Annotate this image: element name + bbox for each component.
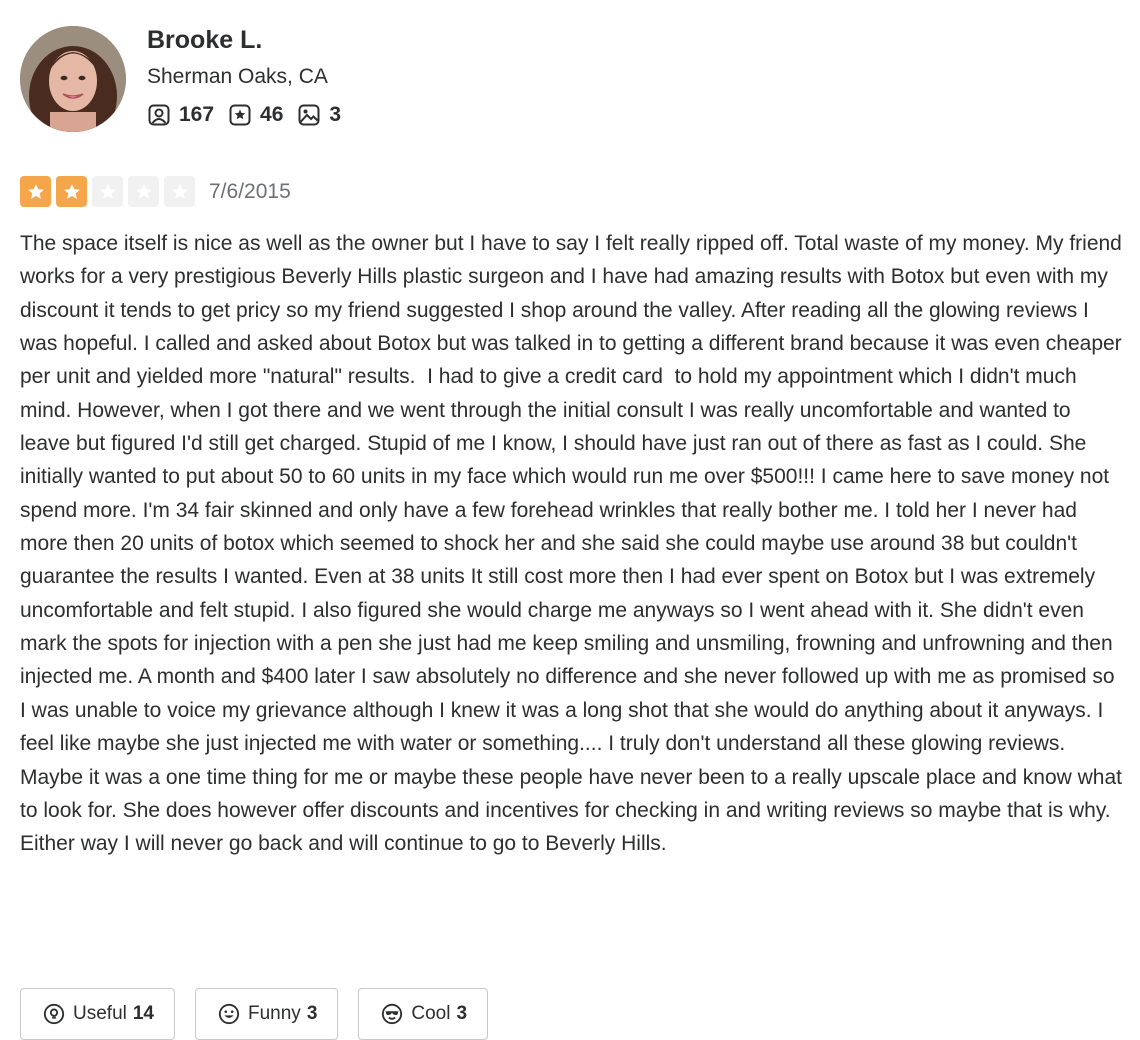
funny-label: Funny [248,1003,301,1024]
friends-stat: 167 [147,103,214,127]
user-location: Sherman Oaks, CA [147,65,328,88]
cool-button[interactable]: Cool 3 [358,988,489,1040]
photos-stat: 3 [297,103,341,127]
review-date: 7/6/2015 [209,179,291,203]
star-icon [164,176,195,207]
star-icon [92,176,123,207]
photos-count: 3 [329,103,342,126]
user-avatar[interactable] [20,26,126,132]
reviews-star-icon [229,104,251,126]
friends-count: 167 [179,103,215,126]
smile-icon [218,1003,240,1025]
rating-row: 7/6/2015 [20,176,291,207]
lightbulb-icon [43,1003,65,1025]
star-icon [56,176,87,207]
friends-icon [148,104,170,126]
funny-count: 3 [306,1003,318,1024]
avatar-photo [20,26,126,132]
useful-count: 14 [132,1003,154,1024]
funny-button[interactable]: Funny 3 [195,988,339,1040]
star-rating [20,176,200,207]
review-actions: Useful 14 Funny 3 Cool 3 [20,988,508,1040]
star-icon [128,176,159,207]
star-icon [20,176,51,207]
user-name[interactable]: Brooke L. [147,26,262,55]
user-stats: 167 46 3 [147,103,355,127]
reviews-count: 46 [260,103,284,126]
photos-icon [298,104,320,126]
useful-label: Useful [73,1003,127,1024]
review-text: The space itself is nice as well as the … [20,232,1128,856]
cool-count: 3 [456,1003,468,1024]
sunglasses-icon [382,1003,403,1025]
useful-button[interactable]: Useful 14 [20,988,175,1040]
cool-label: Cool [411,1003,451,1024]
reviews-stat: 46 [228,103,283,127]
